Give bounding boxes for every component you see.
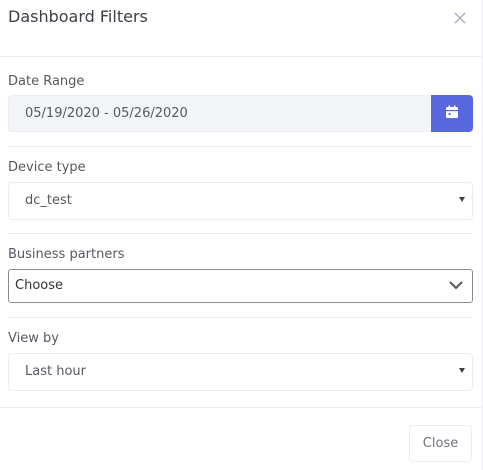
device-type-value: dc_test xyxy=(25,193,72,208)
close-button[interactable]: Close xyxy=(409,425,472,462)
modal-header: Dashboard Filters xyxy=(0,0,483,57)
chevron-down-icon xyxy=(448,279,464,295)
caret-down-icon xyxy=(459,197,465,202)
view-by-select[interactable]: Last hour xyxy=(8,353,473,391)
divider xyxy=(8,233,473,234)
business-partners-value: Choose xyxy=(15,278,63,293)
device-type-label: Device type xyxy=(8,160,86,175)
close-icon[interactable] xyxy=(451,9,469,27)
view-by-label: View by xyxy=(8,331,59,346)
date-range-input[interactable]: 05/19/2020 - 05/26/2020 xyxy=(8,95,431,132)
divider xyxy=(8,317,473,318)
device-type-select[interactable]: dc_test xyxy=(8,182,473,220)
divider xyxy=(8,146,473,147)
view-by-value: Last hour xyxy=(25,364,86,379)
modal-title: Dashboard Filters xyxy=(8,7,148,26)
date-range-label: Date Range xyxy=(8,74,85,89)
caret-down-icon xyxy=(459,368,465,373)
footer-divider xyxy=(0,407,483,408)
business-partners-select[interactable]: Choose xyxy=(8,269,473,303)
business-partners-label: Business partners xyxy=(8,247,125,262)
calendar-icon xyxy=(445,104,459,123)
dashboard-filters-modal: Dashboard Filters Date Range 05/19/2020 … xyxy=(0,0,483,470)
calendar-button[interactable] xyxy=(431,95,473,132)
